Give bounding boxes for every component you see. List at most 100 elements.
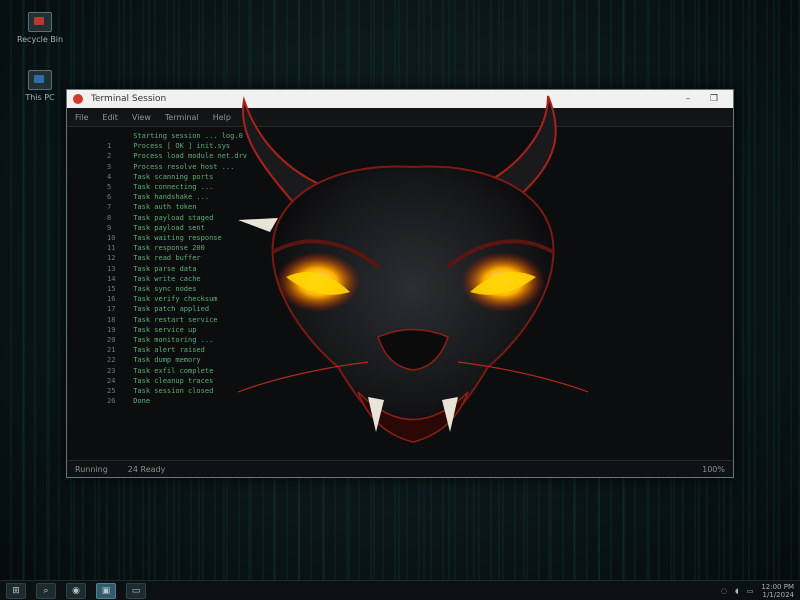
console-line: Starting session ... log.0 — [107, 131, 733, 141]
console-line: 14 Task write cache — [107, 274, 733, 284]
console-line-text: Task scanning ports — [129, 172, 214, 181]
console-line: 26 Done — [107, 396, 733, 406]
console-line-number: 2 — [107, 152, 112, 161]
console-line-text: Task connecting ... — [129, 183, 214, 192]
console-line: 19 Task service up — [107, 325, 733, 335]
console-output[interactable]: Starting session ... log.0 1 Process [ OK… — [67, 127, 733, 461]
system-tray: ◌ ◖ ▭ 12:00 PM 1/1/2024 — [721, 583, 794, 599]
console-line-number: 14 — [107, 274, 116, 283]
console-line-number: 4 — [107, 172, 112, 181]
console-line-text: Process [ OK ] init.sys — [129, 142, 231, 151]
clock-date: 1/1/2024 — [762, 590, 794, 599]
console-line-number: 5 — [107, 183, 112, 192]
console-line-number: 13 — [107, 264, 116, 273]
console-line-number: 25 — [107, 387, 116, 396]
console-line-number: 20 — [107, 336, 116, 345]
console-line-number: 24 — [107, 376, 116, 385]
console-line: 8 Task payload staged — [107, 213, 733, 223]
console-line: 16 Task verify checksum — [107, 294, 733, 304]
console-line: 11 Task response 200 — [107, 243, 733, 253]
status-right: 100% — [702, 464, 725, 474]
console-line-text: Task service up — [129, 325, 197, 334]
menu-item-terminal[interactable]: Terminal — [165, 113, 199, 122]
console-line-number: 12 — [107, 254, 116, 263]
app-icon — [73, 94, 83, 104]
console-line-text: Task payload staged — [129, 213, 214, 222]
console-line-text: Task monitoring ... — [129, 336, 214, 345]
console-line-text: Task alert raised — [129, 346, 205, 355]
console-line-text: Task dump memory — [129, 356, 201, 365]
console-line: 23 Task exfil complete — [107, 366, 733, 376]
console-line-text: Starting session ... log.0 — [129, 132, 243, 140]
console-line-text: Task cleanup traces — [129, 376, 214, 385]
console-line: 7 Task auth token — [107, 202, 733, 212]
console-line: 2 Process load module net.drv — [107, 151, 733, 161]
console-line: 6 Task handshake ... — [107, 192, 733, 202]
menu-bar: File Edit View Terminal Help — [67, 108, 733, 127]
clock[interactable]: 12:00 PM 1/1/2024 — [761, 583, 794, 599]
console-line-number: 21 — [107, 346, 116, 355]
desktop-icon-recycle[interactable]: Recycle Bin — [14, 12, 66, 44]
status-bar: Running 24 Ready 100% — [67, 460, 733, 477]
menu-item-edit[interactable]: Edit — [102, 113, 118, 122]
console-line-number: 3 — [107, 162, 112, 171]
console-line-text: Task session closed — [129, 387, 214, 396]
console-line-number: 1 — [107, 142, 112, 151]
console-line-number: 7 — [107, 203, 112, 212]
minimize-button[interactable]: – — [675, 94, 701, 104]
terminal-window[interactable]: Terminal Session – ❐ File Edit View Term… — [66, 89, 734, 478]
console-line-text: Task verify checksum — [129, 295, 218, 304]
browser-icon[interactable]: ◉ — [66, 582, 86, 599]
menu-item-help[interactable]: Help — [213, 113, 231, 122]
volume-icon[interactable]: ◖ — [735, 587, 739, 595]
console-line-text: Process load module net.drv — [129, 152, 248, 161]
status-mid: 24 Ready — [127, 464, 166, 474]
console-line-number: 18 — [107, 315, 116, 324]
desktop-icon-label: Recycle Bin — [16, 35, 64, 44]
console-line-number: 26 — [107, 397, 116, 406]
console-line: 20 Task monitoring ... — [107, 335, 733, 345]
folder-icon[interactable]: ▭ — [126, 582, 146, 599]
console-line-text: Task patch applied — [129, 305, 210, 314]
console-line-number: 22 — [107, 356, 116, 365]
console-line: 13 Task parse data — [107, 264, 733, 274]
console-line-text: Task read buffer — [129, 254, 201, 263]
console-line: 10 Task waiting response — [107, 233, 733, 243]
network-icon[interactable]: ◌ — [721, 587, 727, 595]
console-line-number: 9 — [107, 223, 112, 232]
menu-item-view[interactable]: View — [132, 113, 151, 122]
console-line-number: 19 — [107, 325, 116, 334]
console-line-text: Task response 200 — [129, 244, 205, 253]
console-line-number: 16 — [107, 295, 116, 304]
console-line-number: 17 — [107, 305, 116, 314]
terminal-taskbar-icon[interactable]: ▣ — [96, 582, 116, 599]
console-line-text: Task auth token — [129, 203, 197, 212]
battery-icon[interactable]: ▭ — [747, 587, 754, 595]
console-line-text: Task sync nodes — [129, 285, 197, 294]
console-line: 21 Task alert raised — [107, 345, 733, 355]
console-line-text: Done — [129, 397, 151, 406]
console-line-text: Task waiting response — [129, 234, 222, 243]
console-line-text: Task exfil complete — [129, 366, 214, 375]
console-line: 4 Task scanning ports — [107, 172, 733, 182]
status-left: Running — [75, 464, 108, 474]
window-title: Terminal Session — [91, 94, 167, 104]
desktop-icon-monitor[interactable]: This PC — [14, 70, 66, 102]
start-icon[interactable]: ⊞ — [6, 582, 26, 599]
console-line: 5 Task connecting ... — [107, 182, 733, 192]
search-icon[interactable]: ⌕ — [36, 582, 56, 599]
console-line-number: 8 — [107, 213, 112, 222]
console-line: 9 Task payload sent — [107, 223, 733, 233]
menu-item-file[interactable]: File — [75, 113, 88, 122]
console-line: 24 Task cleanup traces — [107, 376, 733, 386]
console-line: 25 Task session closed — [107, 386, 733, 396]
clock-time: 12:00 PM — [761, 582, 794, 591]
console-line: 1 Process [ OK ] init.sys — [107, 141, 733, 151]
console-line-text: Process resolve host ... — [129, 162, 235, 171]
console-line-text: Task restart service — [129, 315, 218, 324]
console-line: 17 Task patch applied — [107, 304, 733, 314]
recycle-bin-icon — [28, 12, 52, 32]
maximize-button[interactable]: ❐ — [701, 94, 727, 104]
console-line-number: 23 — [107, 366, 116, 375]
window-titlebar[interactable]: Terminal Session – ❐ — [67, 90, 733, 108]
